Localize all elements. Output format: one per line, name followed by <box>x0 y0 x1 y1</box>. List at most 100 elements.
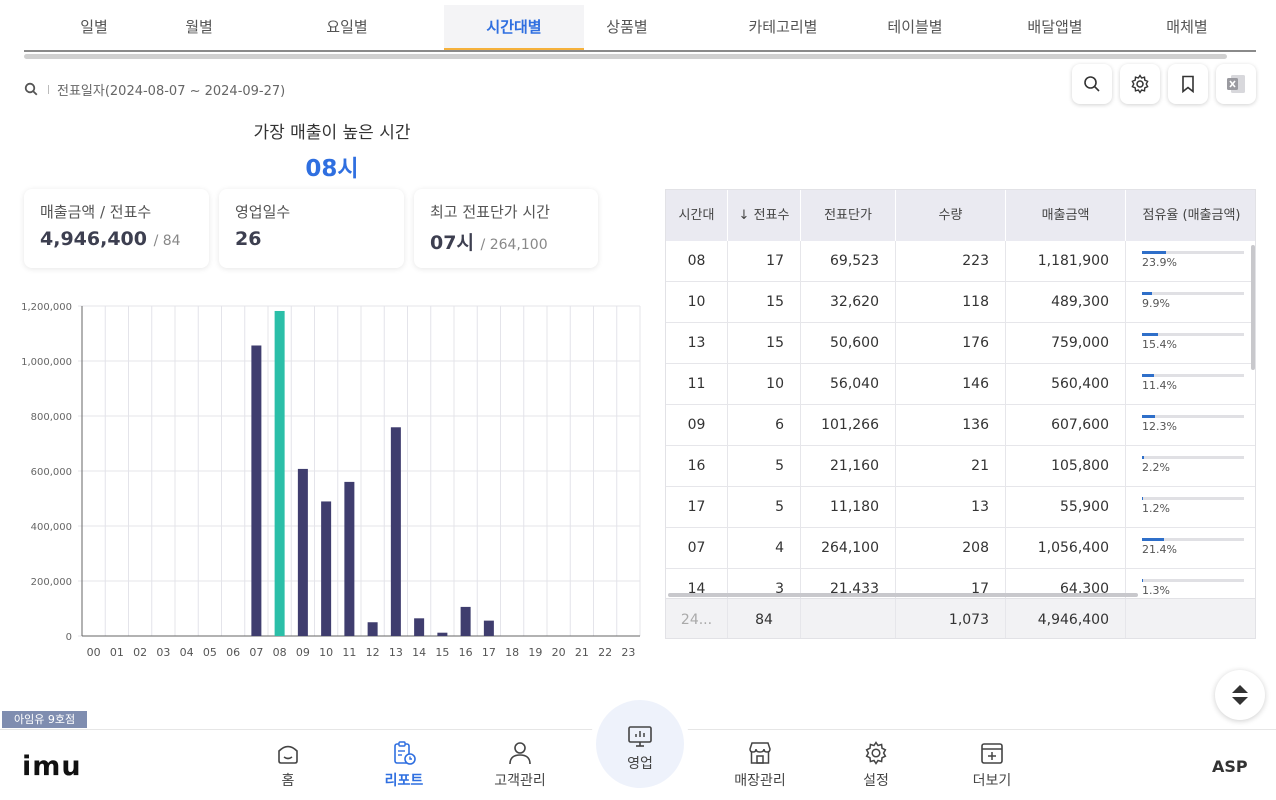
bar-12 <box>367 622 378 636</box>
nav-label: 고객관리 <box>494 773 546 789</box>
cell-amount: 607,600 <box>1006 405 1126 445</box>
table-row[interactable]: 17 5 11,180 13 55,900 1.2% <box>666 487 1255 528</box>
search-icon <box>24 82 38 96</box>
share-text: 21.4% <box>1142 543 1177 556</box>
card-value: 4,946,400 / 84 <box>40 228 181 250</box>
business-days-card: 영업일수 26 <box>219 189 404 268</box>
settings-button[interactable] <box>1120 64 1160 104</box>
scroll-toggle-button[interactable] <box>1215 670 1265 720</box>
cell-qty: 136 <box>896 405 1006 445</box>
x-tick-label: 18 <box>505 646 519 659</box>
nav-more[interactable]: 더보기 <box>947 740 1037 790</box>
store-icon <box>749 742 771 764</box>
tab-table[interactable]: 테이블별 <box>845 5 985 50</box>
x-tick-label: 11 <box>342 646 356 659</box>
cell-amount: 560,400 <box>1006 364 1126 404</box>
header-share[interactable]: 점유율 (매출금액) <box>1126 190 1255 241</box>
tabs-scrollbar[interactable] <box>24 54 1227 59</box>
cell-qty: 118 <box>896 282 1006 322</box>
cell-unit-price: 21,160 <box>801 446 896 486</box>
nav-home[interactable]: 홈 <box>243 740 333 790</box>
x-tick-label: 09 <box>296 646 310 659</box>
x-tick-label: 06 <box>226 646 240 659</box>
x-tick-label: 07 <box>249 646 263 659</box>
cell-count: 15 <box>728 282 801 322</box>
cell-count: 6 <box>728 405 801 445</box>
nav-sales[interactable]: 영업 <box>596 700 684 788</box>
nav-label: 홈 <box>281 773 295 789</box>
tab-category[interactable]: 카테고리별 <box>713 5 853 50</box>
top-hour-label: 가장 매출이 높은 시간 <box>253 123 411 143</box>
y-tick-label: 800,000 <box>31 412 72 423</box>
x-tick-label: 10 <box>319 646 333 659</box>
card-value: 26 <box>235 228 262 250</box>
customer-icon <box>509 742 531 765</box>
sort-arrows-icon <box>1232 685 1248 705</box>
cell-unit-price: 11,180 <box>801 487 896 527</box>
table-row[interactable]: 08 17 69,523 223 1,181,900 23.9% <box>666 241 1255 282</box>
cell-share: 2.2% <box>1126 446 1255 486</box>
cell-unit-price: 56,040 <box>801 364 896 404</box>
tab-weekday[interactable]: 요일별 <box>277 5 417 50</box>
cell-share: 23.9% <box>1126 241 1255 281</box>
table-row[interactable]: 07 4 264,100 208 1,056,400 21.4% <box>666 528 1255 569</box>
excel-export-button[interactable] <box>1216 64 1256 104</box>
bar-16 <box>460 606 471 636</box>
footer-share <box>1126 599 1255 638</box>
share-bar <box>1142 251 1244 254</box>
nav-customer[interactable]: 고객관리 <box>475 740 565 790</box>
share-text: 15.4% <box>1142 338 1177 351</box>
table-horizontal-scrollbar[interactable] <box>668 593 1138 597</box>
y-tick-label: 600,000 <box>31 467 72 478</box>
tab-monthly[interactable]: 월별 <box>129 5 269 50</box>
more-icon <box>981 743 1003 764</box>
hourly-table: 시간대 ↓ 전표수 전표단가 수량 매출금액 점유율 (매출금액) 08 17 69… <box>665 189 1256 639</box>
header-amount[interactable]: 매출금액 <box>1006 190 1126 241</box>
cell-amount: 759,000 <box>1006 323 1126 363</box>
x-tick-label: 17 <box>482 646 496 659</box>
table-row[interactable]: 16 5 21,160 21 105,800 2.2% <box>666 446 1255 487</box>
cell-share: 21.4% <box>1126 528 1255 568</box>
nav-report[interactable]: 리포트 <box>359 740 449 790</box>
header-hour[interactable]: 시간대 <box>666 190 728 241</box>
y-tick-label: 0 <box>66 632 72 643</box>
home-icon <box>278 745 298 764</box>
cell-qty: 176 <box>896 323 1006 363</box>
share-bar <box>1142 497 1244 500</box>
table-row[interactable]: 11 10 56,040 146 560,400 11.4% <box>666 364 1255 405</box>
header-count[interactable]: ↓ 전표수 <box>728 190 801 241</box>
bar-09 <box>297 468 308 636</box>
cell-amount: 105,800 <box>1006 446 1126 486</box>
table-row[interactable]: 10 15 32,620 118 489,300 9.9% <box>666 282 1255 323</box>
asp-label[interactable]: ASP <box>1212 757 1248 776</box>
cell-share: 1.2% <box>1126 487 1255 527</box>
nav-settings[interactable]: 설정 <box>831 740 921 790</box>
card-sub: / 84 <box>153 233 181 249</box>
date-filter[interactable]: 전표일자(2024-08-07 ~ 2024-09-27) <box>24 80 286 99</box>
cell-unit-price: 69,523 <box>801 241 896 281</box>
cell-hour: 09 <box>666 405 728 445</box>
nav-store[interactable]: 매장관리 <box>715 740 805 790</box>
nav-label: 설정 <box>863 773 889 789</box>
imu-logo[interactable]: imu <box>22 751 82 782</box>
table-footer: 24... 84 1,073 4,946,400 <box>666 598 1255 638</box>
table-vertical-scrollbar[interactable] <box>1251 245 1255 370</box>
cell-share: 11.4% <box>1126 364 1255 404</box>
footer-amount: 4,946,400 <box>1006 599 1126 638</box>
bar-07 <box>251 345 262 636</box>
cell-amount: 1,181,900 <box>1006 241 1126 281</box>
table-row[interactable]: 09 6 101,266 136 607,600 12.3% <box>666 405 1255 446</box>
share-text: 1.2% <box>1142 502 1170 515</box>
table-row[interactable]: 13 15 50,600 176 759,000 15.4% <box>666 323 1255 364</box>
search-button[interactable] <box>1072 64 1112 104</box>
cell-qty: 223 <box>896 241 1006 281</box>
cell-count: 4 <box>728 528 801 568</box>
x-tick-label: 03 <box>156 646 170 659</box>
tab-product[interactable]: 상품별 <box>557 5 697 50</box>
filter-text: 전표일자(2024-08-07 ~ 2024-09-27) <box>57 83 286 99</box>
header-qty[interactable]: 수량 <box>896 190 1006 241</box>
tab-delivery-app[interactable]: 배달앱별 <box>985 5 1125 50</box>
tab-media[interactable]: 매체별 <box>1117 5 1257 50</box>
bookmark-button[interactable] <box>1168 64 1208 104</box>
header-unit-price[interactable]: 전표단가 <box>801 190 896 241</box>
